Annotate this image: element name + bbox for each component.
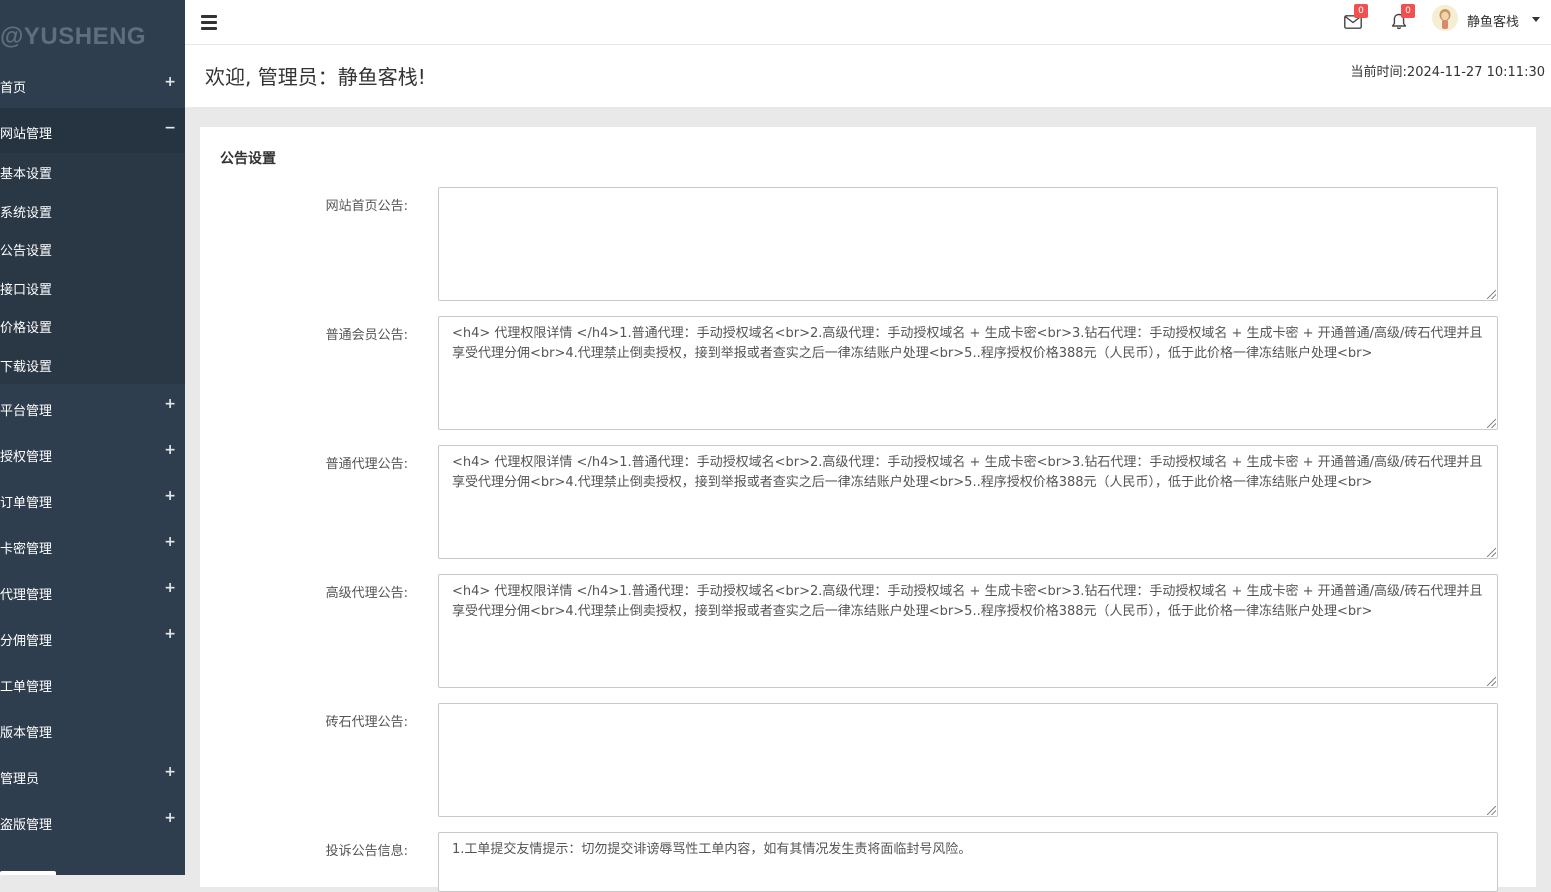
mail-count-badge: 0 <box>1354 4 1368 18</box>
sidebar-item-administrators[interactable]: 管理员 + <box>0 754 185 800</box>
sidebar-item-label: 盗版管理 <box>0 818 53 833</box>
sidebar-item-label: 首页 <box>0 81 27 96</box>
sidebar-item-home[interactable]: 首页 + <box>0 62 185 108</box>
sidebar-item-label: 平台管理 <box>0 404 53 419</box>
resize-handle-icon[interactable] <box>1487 419 1496 428</box>
sidebar-item-label: 网站管理 <box>0 127 53 142</box>
welcome-bar: 欢迎, 管理员：静鱼客栈! 当前时间:2024-11-27 10:11:30 <box>185 45 1551 107</box>
complaint-notice-textarea[interactable]: 1.工单提交友情提示：切勿提交诽谤辱骂性工单内容，如有其情况发生责将面临封号风险… <box>438 832 1498 892</box>
user-name[interactable]: 静鱼客栈 <box>1467 11 1519 30</box>
welcome-message: 欢迎, 管理员：静鱼客栈! <box>205 65 426 89</box>
normal-agent-notice-label: 普通代理公告: <box>325 457 408 472</box>
sidebar-bottom-tab <box>0 871 56 875</box>
homepage-notice-textarea[interactable] <box>438 187 1498 301</box>
top-bar: 0 0 静鱼客栈 <box>185 0 1551 45</box>
resize-handle-icon[interactable] <box>1487 806 1496 815</box>
diamond-agent-notice-label: 砖石代理公告: <box>325 715 408 730</box>
sidebar-item-label: 管理员 <box>0 772 40 787</box>
sidebar-subitem-notice-settings[interactable]: 公告设置 <box>0 240 52 259</box>
sidebar-subitem-download-settings[interactable]: 下载设置 <box>0 356 52 375</box>
avatar[interactable] <box>1432 5 1458 31</box>
logo: @YUSHENG <box>0 23 147 50</box>
plus-icon: + <box>164 580 176 596</box>
resize-handle-icon[interactable] <box>1487 548 1496 557</box>
plus-icon: + <box>164 626 176 642</box>
sidebar-item-agent-management[interactable]: 代理管理 + <box>0 570 185 616</box>
sidebar-item-label: 代理管理 <box>0 588 53 603</box>
sidebar-item-card-management[interactable]: 卡密管理 + <box>0 524 185 570</box>
sidebar-item-label: 分佣管理 <box>0 634 53 649</box>
sidebar-item-label: 授权管理 <box>0 450 53 465</box>
sidebar-item-label: 版本管理 <box>0 726 53 741</box>
textarea-value: <h4> 代理权限详情 </h4>1.普通代理：手动授权域名<br>2.高级代理… <box>452 584 1483 619</box>
plus-icon: + <box>164 764 176 780</box>
minus-icon: − <box>164 120 176 136</box>
sidebar-item-label: 工单管理 <box>0 680 53 695</box>
sidebar-subitem-api-settings[interactable]: 接口设置 <box>0 279 52 298</box>
submenu <box>0 153 185 384</box>
avatar-image <box>1432 5 1458 31</box>
panel-title: 公告设置 <box>220 151 276 167</box>
sidebar-item-ticket-management[interactable]: 工单管理 <box>0 662 185 708</box>
diamond-agent-notice-textarea[interactable] <box>438 703 1498 817</box>
sidebar-subitem-basic-settings[interactable]: 基本设置 <box>0 163 52 182</box>
plus-icon: + <box>164 810 176 826</box>
normal-agent-notice-textarea[interactable]: <h4> 代理权限详情 </h4>1.普通代理：手动授权域名<br>2.高级代理… <box>438 445 1498 559</box>
resize-handle-icon[interactable] <box>1487 290 1496 299</box>
caret-down-icon[interactable] <box>1532 17 1540 22</box>
notification-count-badge: 0 <box>1401 4 1415 18</box>
sidebar-item-license-management[interactable]: 授权管理 + <box>0 432 185 478</box>
sidebar-item-platform-management[interactable]: 平台管理 + <box>0 386 185 432</box>
textarea-value: <h4> 代理权限详情 </h4>1.普通代理：手动授权域名<br>2.高级代理… <box>452 455 1483 490</box>
sidebar-item-label: 订单管理 <box>0 496 53 511</box>
sidebar-subitem-system-settings[interactable]: 系统设置 <box>0 202 52 221</box>
sidebar: @YUSHENG 首页 + 网站管理 − 基本设置 系统设置 公告设置 接口设置… <box>0 0 185 875</box>
current-time: 当前时间:2024-11-27 10:11:30 <box>1350 65 1545 80</box>
textarea-value: <h4> 代理权限详情 </h4>1.普通代理：手动授权域名<br>2.高级代理… <box>452 326 1483 361</box>
member-notice-textarea[interactable]: <h4> 代理权限详情 </h4>1.普通代理：手动授权域名<br>2.高级代理… <box>438 316 1498 430</box>
sidebar-item-version-management[interactable]: 版本管理 <box>0 708 185 754</box>
senior-agent-notice-textarea[interactable]: <h4> 代理权限详情 </h4>1.普通代理：手动授权域名<br>2.高级代理… <box>438 574 1498 688</box>
complaint-notice-label: 投诉公告信息: <box>325 844 408 859</box>
homepage-notice-label: 网站首页公告: <box>325 199 408 214</box>
notice-settings-panel: 公告设置 网站首页公告: 普通会员公告: <h4> 代理权限详情 </h4>1.… <box>200 127 1536 892</box>
textarea-value: 1.工单提交友情提示：切勿提交诽谤辱骂性工单内容，如有其情况发生责将面临封号风险… <box>452 842 972 857</box>
sidebar-item-commission-management[interactable]: 分佣管理 + <box>0 616 185 662</box>
sidebar-item-label: 卡密管理 <box>0 542 53 557</box>
sidebar-item-order-management[interactable]: 订单管理 + <box>0 478 185 524</box>
plus-icon: + <box>164 534 176 550</box>
plus-icon: + <box>164 488 176 504</box>
senior-agent-notice-label: 高级代理公告: <box>325 586 408 601</box>
sidebar-item-site-management[interactable]: 网站管理 − <box>0 108 185 154</box>
sidebar-subitem-price-settings[interactable]: 价格设置 <box>0 317 52 336</box>
sidebar-item-piracy-management[interactable]: 盗版管理 + <box>0 800 185 846</box>
plus-icon: + <box>164 396 176 412</box>
plus-icon: + <box>164 74 176 90</box>
mail-button[interactable]: 0 <box>1344 4 1368 32</box>
notifications-button[interactable]: 0 <box>1391 4 1415 32</box>
resize-handle-icon[interactable] <box>1487 677 1496 686</box>
menu-toggle-icon[interactable] <box>201 15 217 30</box>
member-notice-label: 普通会员公告: <box>325 328 408 343</box>
plus-icon: + <box>164 442 176 458</box>
